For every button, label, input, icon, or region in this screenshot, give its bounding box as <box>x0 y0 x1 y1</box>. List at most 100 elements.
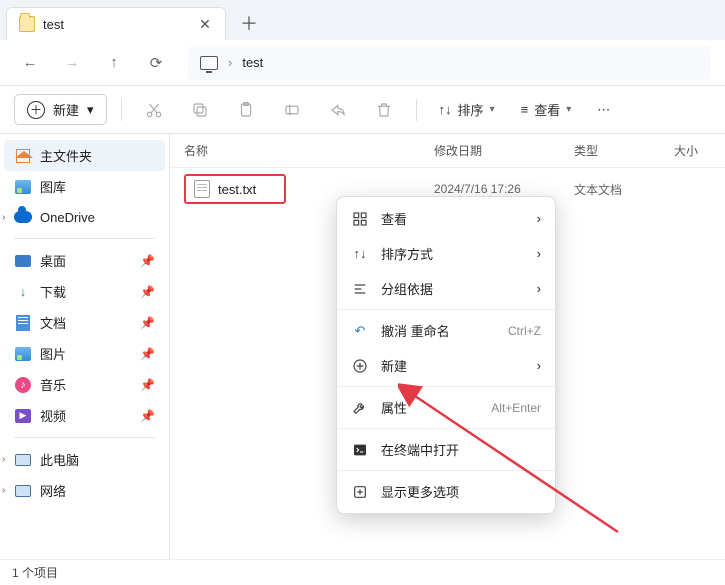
sidebar-item-this-pc[interactable]: › 此电脑 <box>4 444 165 475</box>
separator <box>416 99 417 121</box>
home-icon <box>14 147 32 165</box>
tab-title: test <box>43 17 189 32</box>
address-bar[interactable]: › test <box>188 46 711 80</box>
ctx-more-options[interactable]: 显示更多选项 <box>337 474 555 509</box>
ctx-new[interactable]: 新建 › <box>337 348 555 383</box>
ctx-view[interactable]: 查看 › <box>337 201 555 236</box>
up-button[interactable]: ↑ <box>98 47 130 79</box>
status-bar: 1 个项目 <box>0 559 725 585</box>
view-button[interactable]: ≡ 查看 ▾ <box>513 94 580 125</box>
ctx-label: 在终端中打开 <box>381 440 541 459</box>
separator <box>337 309 555 310</box>
refresh-button[interactable]: ⟳ <box>140 47 172 79</box>
chevron-right-icon: › <box>537 246 541 261</box>
forward-button[interactable]: → <box>56 47 88 79</box>
ctx-undo-rename[interactable]: ↶ 撤消 重命名 Ctrl+Z <box>337 313 555 348</box>
sidebar-item-downloads[interactable]: ↓ 下载 📌 <box>4 276 165 307</box>
ctx-group[interactable]: 分组依据 › <box>337 271 555 306</box>
chevron-down-icon: ▾ <box>566 104 571 115</box>
chevron-right-icon: › <box>2 212 5 223</box>
ctx-terminal[interactable]: 在终端中打开 <box>337 432 555 467</box>
plus-circle-icon <box>351 357 369 375</box>
context-menu: 查看 › ↑↓ 排序方式 › 分组依据 › ↶ 撤消 重命名 Ctrl+Z 新建… <box>336 196 556 514</box>
ctx-label: 显示更多选项 <box>381 482 541 501</box>
sidebar-item-label: 图库 <box>40 177 66 196</box>
ctx-label: 分组依据 <box>381 279 525 298</box>
music-icon: ♪ <box>14 376 32 394</box>
breadcrumb[interactable]: test <box>242 55 263 70</box>
sidebar-item-label: 下载 <box>40 282 66 301</box>
col-size[interactable]: 大小 <box>674 142 711 159</box>
separator <box>121 99 122 121</box>
sidebar-item-network[interactable]: › 网络 <box>4 475 165 506</box>
new-button[interactable]: ＋ 新建 ▾ <box>14 94 107 125</box>
file-highlight-box: test.txt <box>184 174 286 204</box>
ctx-shortcut: Alt+Enter <box>491 401 541 415</box>
pc-icon <box>14 451 32 469</box>
ctx-sort[interactable]: ↑↓ 排序方式 › <box>337 236 555 271</box>
sort-button[interactable]: ↑↓ 排序 ▾ <box>431 94 503 125</box>
new-tab-button[interactable]: ＋ <box>232 6 266 40</box>
chevron-right-icon: › <box>2 485 5 496</box>
col-name[interactable]: 名称 <box>184 142 434 159</box>
delete-button[interactable] <box>366 92 402 128</box>
sidebar-item-home[interactable]: 主文件夹 <box>4 140 165 171</box>
ctx-label: 撤消 重命名 <box>381 321 496 340</box>
chevron-right-icon: › <box>228 55 232 70</box>
paste-button[interactable] <box>228 92 264 128</box>
rename-button[interactable] <box>274 92 310 128</box>
tab-current[interactable]: test ✕ <box>6 7 226 40</box>
item-count: 1 个项目 <box>12 564 58 581</box>
ctx-properties[interactable]: 属性 Alt+Enter <box>337 390 555 425</box>
undo-icon: ↶ <box>351 322 369 340</box>
ctx-label: 查看 <box>381 209 525 228</box>
new-label: 新建 <box>53 100 79 119</box>
pin-icon: 📌 <box>140 316 155 330</box>
chevron-right-icon: › <box>2 454 5 465</box>
sidebar-item-pictures[interactable]: 图片 📌 <box>4 338 165 369</box>
sidebar-item-label: 视频 <box>40 406 66 425</box>
separator <box>14 437 155 438</box>
sidebar-item-label: 文档 <box>40 313 66 332</box>
col-date[interactable]: 修改日期 <box>434 142 574 159</box>
cut-button[interactable] <box>136 92 172 128</box>
sidebar-item-label: 网络 <box>40 481 66 500</box>
view-icon: ≡ <box>521 102 529 117</box>
file-name: test.txt <box>218 182 256 197</box>
copy-button[interactable] <box>182 92 218 128</box>
sidebar-item-label: 主文件夹 <box>40 146 92 165</box>
ctx-shortcut: Ctrl+Z <box>508 324 541 338</box>
back-button[interactable]: ← <box>14 47 46 79</box>
chevron-right-icon: › <box>537 281 541 296</box>
more-button[interactable]: ⋯ <box>589 96 620 124</box>
navbar: ← → ↑ ⟳ › test <box>0 40 725 86</box>
sidebar-item-gallery[interactable]: 图库 <box>4 171 165 202</box>
sidebar-item-documents[interactable]: 文档 📌 <box>4 307 165 338</box>
close-tab-icon[interactable]: ✕ <box>197 16 213 32</box>
group-icon <box>351 280 369 298</box>
ctx-label: 属性 <box>381 398 479 417</box>
chevron-right-icon: › <box>537 211 541 226</box>
chevron-down-icon: ▾ <box>490 104 495 115</box>
sidebar-item-onedrive[interactable]: › OneDrive <box>4 202 165 232</box>
share-button[interactable] <box>320 92 356 128</box>
terminal-icon <box>351 441 369 459</box>
sidebar-item-label: 桌面 <box>40 251 66 270</box>
sort-label: 排序 <box>458 100 484 119</box>
wrench-icon <box>351 399 369 417</box>
sidebar-item-videos[interactable]: ▶ 视频 📌 <box>4 400 165 431</box>
titlebar: test ✕ ＋ <box>0 0 725 40</box>
separator <box>14 238 155 239</box>
sidebar-item-music[interactable]: ♪ 音乐 📌 <box>4 369 165 400</box>
cloud-icon <box>14 208 32 226</box>
chevron-right-icon: › <box>537 358 541 373</box>
pin-icon: 📌 <box>140 378 155 392</box>
sidebar-item-desktop[interactable]: 桌面 📌 <box>4 245 165 276</box>
sidebar-item-label: 音乐 <box>40 375 66 394</box>
gallery-icon <box>14 178 32 196</box>
col-type[interactable]: 类型 <box>574 142 674 159</box>
download-icon: ↓ <box>14 283 32 301</box>
desktop-icon <box>14 252 32 270</box>
sidebar-item-label: 此电脑 <box>40 450 79 469</box>
text-file-icon <box>194 180 210 198</box>
